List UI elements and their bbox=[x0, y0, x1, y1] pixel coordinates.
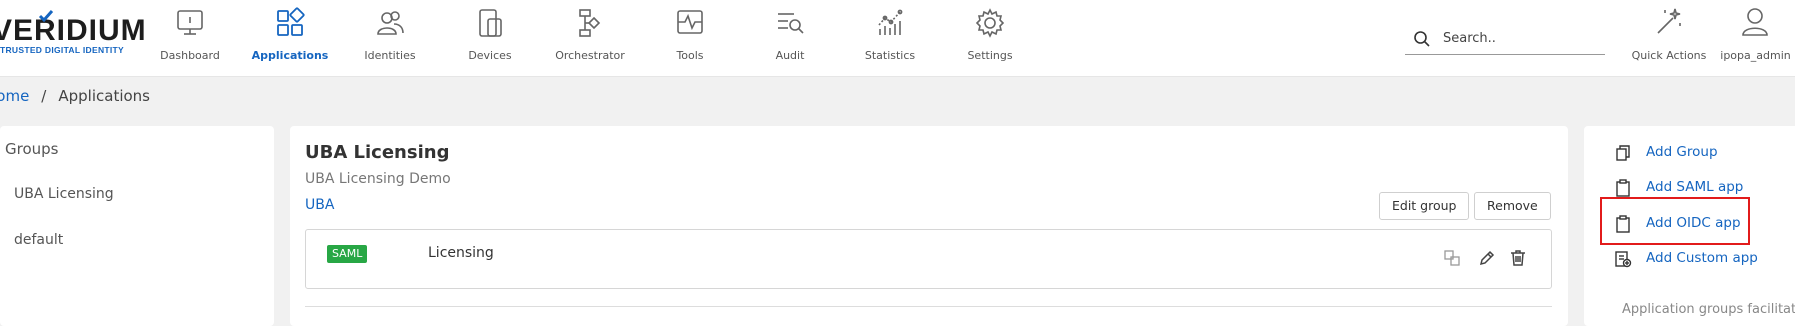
divider bbox=[305, 306, 1552, 307]
edit-pencil-icon[interactable] bbox=[1478, 249, 1496, 267]
nav-applications[interactable]: Applications bbox=[240, 0, 340, 76]
clipboard-icon bbox=[1616, 179, 1630, 197]
logo-text: VERIDIUM bbox=[0, 14, 147, 47]
edit-group-button[interactable]: Edit group bbox=[1379, 192, 1470, 220]
nav-devices[interactable]: Devices bbox=[440, 0, 540, 76]
highlight-box bbox=[1600, 197, 1750, 245]
nav-label: Statistics bbox=[864, 49, 916, 62]
group-title: UBA Licensing bbox=[305, 142, 450, 163]
group-detail-panel: UBA Licensing UBA Licensing Demo UBA Edi… bbox=[290, 126, 1568, 326]
search-input[interactable] bbox=[1441, 25, 1605, 51]
move-app-icon[interactable] bbox=[1443, 249, 1461, 267]
statistics-icon bbox=[878, 9, 903, 35]
tools-icon bbox=[677, 10, 703, 34]
breadcrumb-current: Applications bbox=[58, 87, 150, 105]
breadcrumb: Home / Applications bbox=[0, 87, 150, 109]
groups-info-text: Application groups facilitate bbox=[1622, 302, 1795, 317]
remove-group-button[interactable]: Remove bbox=[1474, 192, 1551, 220]
groups-title: Groups bbox=[5, 140, 59, 158]
monitor-icon bbox=[177, 10, 203, 35]
add-custom-app-label: Add Custom app bbox=[1646, 250, 1758, 266]
username-label: ipopa_admin bbox=[1720, 49, 1791, 62]
nav-label: Audit bbox=[775, 49, 805, 62]
group-item[interactable]: default bbox=[14, 232, 63, 248]
nav-label: Dashboard bbox=[160, 49, 220, 62]
apps-grid-icon bbox=[277, 7, 305, 36]
group-item[interactable]: UBA Licensing bbox=[14, 186, 114, 202]
breadcrumb-home-link[interactable]: Home bbox=[0, 87, 29, 105]
identities-icon bbox=[377, 11, 404, 35]
nav-settings[interactable]: Settings bbox=[940, 0, 1040, 76]
nav-label: Orchestrator bbox=[555, 49, 625, 62]
nav-statistics[interactable]: Statistics bbox=[840, 0, 940, 76]
user-menu[interactable]: ipopa_admin bbox=[1716, 0, 1795, 76]
group-description: UBA Licensing Demo bbox=[305, 171, 451, 187]
nav-label: Identities bbox=[364, 49, 416, 62]
magic-wand-icon bbox=[1657, 8, 1681, 34]
app-row[interactable]: SAML Licensing bbox=[305, 229, 1552, 289]
quick-actions-label: Quick Actions bbox=[1631, 49, 1707, 62]
nav-audit[interactable]: Audit bbox=[740, 0, 840, 76]
audit-icon bbox=[778, 13, 804, 34]
nav-tools[interactable]: Tools bbox=[640, 0, 740, 76]
document-add-icon bbox=[1615, 251, 1632, 268]
search-box bbox=[1405, 22, 1605, 55]
devices-icon bbox=[479, 9, 502, 37]
app-name: Licensing bbox=[428, 245, 494, 261]
quick-actions-button[interactable]: Quick Actions bbox=[1626, 0, 1712, 76]
nav-label: Devices bbox=[468, 49, 512, 62]
breadcrumb-separator: / bbox=[41, 87, 47, 105]
app-type-badge: SAML bbox=[327, 245, 368, 263]
add-group-label: Add Group bbox=[1646, 144, 1718, 160]
nav-label: Applications bbox=[251, 49, 329, 62]
user-icon bbox=[1742, 8, 1768, 36]
logo-tagline: TRUSTED DIGITAL IDENTITY bbox=[0, 45, 124, 55]
top-navigation-bar: VERIDIUM TRUSTED DIGITAL IDENTITY Dashbo… bbox=[0, 0, 1795, 77]
add-saml-app-label: Add SAML app bbox=[1646, 179, 1744, 195]
orchestrator-icon bbox=[579, 9, 601, 37]
gear-icon bbox=[975, 8, 1005, 38]
copy-icon bbox=[1616, 145, 1630, 161]
nav-dashboard[interactable]: Dashboard bbox=[140, 0, 240, 76]
search-icon bbox=[1414, 31, 1430, 47]
nav-identities[interactable]: Identities bbox=[340, 0, 440, 76]
nav-label: Settings bbox=[967, 49, 1013, 62]
nav-label: Tools bbox=[676, 49, 704, 62]
group-link[interactable]: UBA bbox=[305, 197, 334, 213]
logo[interactable]: VERIDIUM TRUSTED DIGITAL IDENTITY bbox=[0, 10, 146, 60]
nav-orchestrator[interactable]: Orchestrator bbox=[540, 0, 640, 76]
trash-icon[interactable] bbox=[1509, 249, 1527, 267]
groups-panel: Groups UBA Licensing default bbox=[0, 126, 274, 326]
logo-check-icon bbox=[38, 10, 54, 22]
